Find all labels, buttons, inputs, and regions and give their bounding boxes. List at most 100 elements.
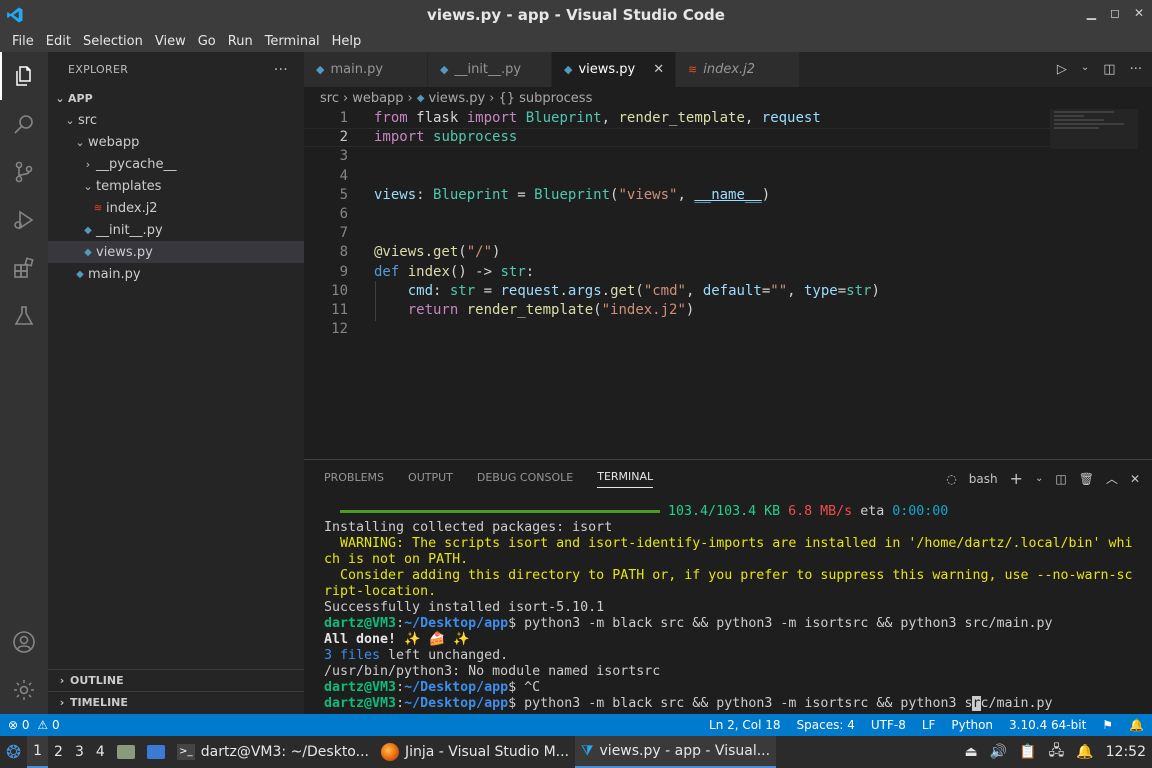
tab-main-py[interactable]: ◆ main.py bbox=[304, 52, 428, 87]
show-desktop-icon[interactable] bbox=[141, 736, 171, 768]
source-control-icon[interactable] bbox=[0, 148, 48, 196]
file-manager-icon[interactable] bbox=[111, 736, 141, 768]
minimap[interactable] bbox=[1050, 109, 1138, 149]
more-actions-icon[interactable]: ··· bbox=[1130, 62, 1142, 77]
tree-file-views-py[interactable]: ◆ views.py bbox=[48, 241, 304, 263]
panel-tab-terminal[interactable]: TERMINAL bbox=[597, 470, 654, 488]
eol-status[interactable]: LF bbox=[914, 718, 944, 732]
outline-section[interactable]: › OUTLINE bbox=[48, 669, 304, 691]
close-window-icon[interactable]: ✕ bbox=[1134, 6, 1144, 20]
testing-flask-icon[interactable] bbox=[0, 292, 48, 340]
menu-edit[interactable]: Edit bbox=[40, 34, 77, 49]
more-actions-icon[interactable]: ··· bbox=[274, 62, 288, 78]
network-icon[interactable]: 🖧 bbox=[1043, 736, 1071, 768]
terminal-shell-name[interactable]: bash bbox=[969, 472, 998, 486]
run-file-icon[interactable]: ▷ bbox=[1057, 62, 1067, 77]
search-activity-icon[interactable] bbox=[0, 100, 48, 148]
menu-run[interactable]: Run bbox=[222, 34, 259, 49]
accounts-icon[interactable] bbox=[0, 618, 48, 666]
tree-folder-pycache[interactable]: › __pycache__ bbox=[48, 153, 304, 175]
encoding-status[interactable]: UTF-8 bbox=[863, 718, 914, 732]
terminal-warning-line: WARNING: The scripts isort and isort-ide… bbox=[324, 536, 1133, 551]
python-file-icon: ◆ bbox=[416, 92, 425, 104]
tab-index-j2[interactable]: ≋ index.j2 bbox=[676, 52, 800, 87]
start-menu-icon[interactable]: ❂ bbox=[0, 736, 27, 768]
tree-file-index-j2[interactable]: ≋ index.j2 bbox=[48, 197, 304, 219]
tab-init-py[interactable]: ◆ __init__.py bbox=[428, 52, 552, 87]
volume-icon[interactable]: 🔊 bbox=[984, 736, 1013, 768]
feedback-icon[interactable]: ⚑ bbox=[1094, 718, 1121, 732]
close-panel-icon[interactable]: ✕ bbox=[1130, 472, 1140, 486]
new-terminal-icon[interactable]: + bbox=[1010, 469, 1023, 488]
clock[interactable]: 12:52 bbox=[1100, 736, 1152, 768]
menu-selection[interactable]: Selection bbox=[77, 34, 149, 49]
chevron-down-icon: ⌄ bbox=[75, 135, 85, 149]
terminal-output[interactable]: 103.4/103.4 KB 6.8 MB/s eta 0:00:00 Inst… bbox=[324, 504, 1144, 712]
tree-folder-templates[interactable]: ⌄ templates bbox=[48, 175, 304, 197]
panel-tab-debug-console[interactable]: DEBUG CONSOLE bbox=[477, 471, 573, 484]
line-number: 4 bbox=[339, 167, 348, 184]
line-number-gutter: 1 2 3 4 5 6 7 8 9 10 11 12 bbox=[304, 109, 352, 339]
workspace-4[interactable]: 4 bbox=[90, 736, 111, 768]
run-debug-icon[interactable] bbox=[0, 196, 48, 244]
breadcrumb-src[interactable]: src bbox=[320, 91, 339, 106]
menu-go[interactable]: Go bbox=[192, 34, 222, 49]
explorer-root-folder[interactable]: ⌄ APP bbox=[48, 87, 304, 109]
problems-status[interactable]: ⊗ 0 ⚠ 0 bbox=[0, 718, 68, 732]
menu-view[interactable]: View bbox=[149, 34, 192, 49]
breadcrumb-views-py[interactable]: views.py bbox=[428, 91, 485, 106]
manage-gear-icon[interactable] bbox=[0, 666, 48, 714]
python-interpreter[interactable]: 3.10.4 64-bit bbox=[1001, 718, 1094, 732]
code-line-10: cmd: str = request.args.get("cmd", defau… bbox=[407, 282, 880, 299]
tab-views-py[interactable]: ◆ views.py ✕ bbox=[552, 52, 676, 87]
warning-icon: ⚠ bbox=[37, 718, 49, 732]
chevron-down-icon: ⌄ bbox=[65, 113, 75, 127]
maximize-panel-icon[interactable]: ︿ bbox=[1106, 470, 1118, 487]
split-editor-icon[interactable]: ◫ bbox=[1103, 62, 1115, 77]
explorer-activity-icon[interactable] bbox=[0, 52, 48, 100]
eject-icon[interactable]: ⏏ bbox=[958, 736, 983, 768]
chevron-down-icon[interactable]: ⌄ bbox=[1035, 473, 1043, 484]
editor-tabs: ◆ main.py ◆ __init__.py ◆ views.py ✕ ≋ index… bbox=[304, 52, 1152, 87]
notifications-tray-icon[interactable]: 🔔 bbox=[1070, 736, 1099, 768]
panel-tab-output[interactable]: OUTPUT bbox=[408, 471, 453, 484]
panel-tab-problems[interactable]: PROBLEMS bbox=[324, 471, 384, 484]
close-tab-icon[interactable]: ✕ bbox=[653, 62, 664, 77]
terminal-warning-line: Consider adding this directory to PATH o… bbox=[324, 568, 1133, 583]
taskbar-app-vscode[interactable]: ⧩ views.py - app - Visual... bbox=[575, 736, 777, 768]
chevron-right-icon: › bbox=[59, 674, 65, 687]
tree-file-main-py[interactable]: ◆ main.py bbox=[48, 263, 304, 285]
menu-terminal[interactable]: Terminal bbox=[259, 34, 326, 49]
indentation-status[interactable]: Spaces: 4 bbox=[789, 718, 863, 732]
workspace-3[interactable]: 3 bbox=[69, 736, 90, 768]
taskbar-app-terminal[interactable]: >_ dartz@VM3: ~/Deskto... bbox=[171, 736, 375, 768]
minimize-icon[interactable]: ▁ bbox=[1087, 6, 1096, 20]
tree-folder-webapp[interactable]: ⌄ webapp bbox=[48, 131, 304, 153]
notifications-bell-icon[interactable]: 🔔 bbox=[1121, 718, 1152, 732]
menu-file[interactable]: File bbox=[6, 34, 40, 49]
kill-terminal-icon[interactable]: 🗑 bbox=[1079, 472, 1094, 486]
timeline-section[interactable]: › TIMELINE bbox=[48, 691, 304, 713]
menu-help[interactable]: Help bbox=[326, 34, 368, 49]
terminal-command-line: dartz@VM3:~/Desktop/app$ ^C bbox=[324, 680, 541, 695]
code-editor[interactable]: 1 2 3 4 5 6 7 8 9 10 11 12 from flask im… bbox=[304, 109, 1152, 459]
cursor-position[interactable]: Ln 2, Col 18 bbox=[701, 718, 789, 732]
tree-file-init-py[interactable]: ◆ __init__.py bbox=[48, 219, 304, 241]
code-line-2: import subprocess bbox=[374, 129, 518, 146]
language-mode[interactable]: Python bbox=[943, 718, 1001, 732]
workspace-2[interactable]: 2 bbox=[48, 736, 69, 768]
code-line-11: return render_template("index.j2") bbox=[407, 301, 695, 318]
extensions-icon[interactable] bbox=[0, 244, 48, 292]
maximize-icon[interactable]: ◻ bbox=[1110, 6, 1120, 20]
chevron-down-icon[interactable]: ⌄ bbox=[1081, 62, 1089, 77]
split-terminal-icon[interactable]: ◫ bbox=[1055, 472, 1066, 486]
workspace-1[interactable]: 1 bbox=[27, 736, 49, 768]
clipboard-icon[interactable]: 📋 bbox=[1013, 736, 1042, 768]
line-number: 8 bbox=[339, 244, 348, 261]
breadcrumb-symbol[interactable]: {} subprocess bbox=[498, 91, 592, 106]
breadcrumb-webapp[interactable]: webapp bbox=[352, 91, 403, 106]
terminal-progress-line: 103.4/103.4 KB 6.8 MB/s eta 0:00:00 bbox=[324, 504, 1144, 520]
code-line-8: @views.get("/") bbox=[374, 244, 501, 261]
tree-folder-src[interactable]: ⌄ src bbox=[48, 109, 304, 131]
taskbar-app-firefox[interactable]: Jinja - Visual Studio M... bbox=[375, 736, 575, 768]
